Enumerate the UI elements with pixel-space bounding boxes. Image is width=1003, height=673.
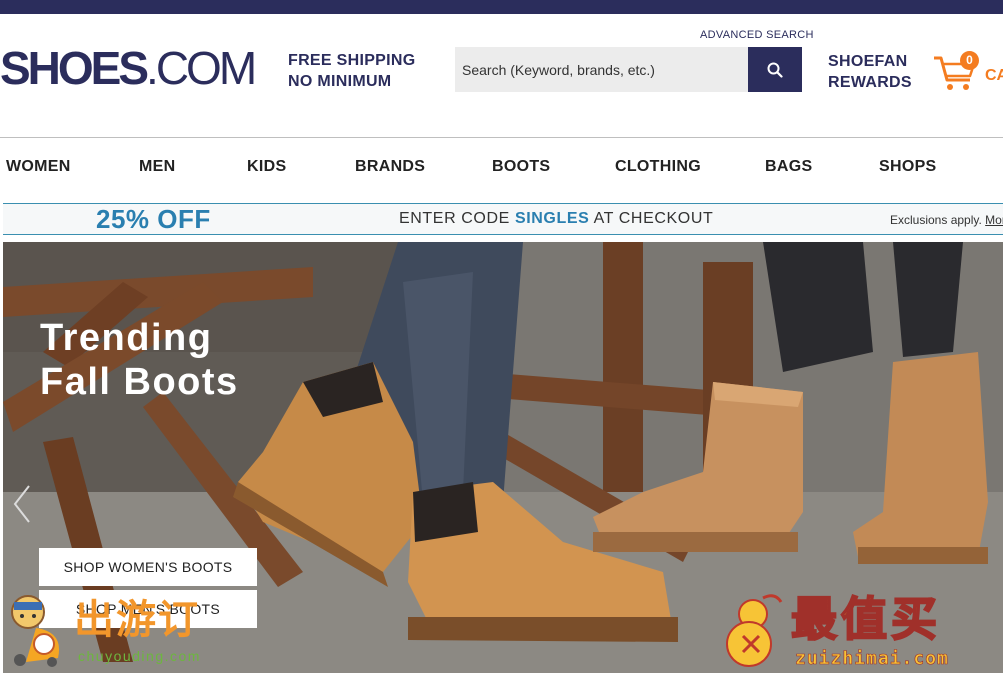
cart-button[interactable]: 0 CA bbox=[932, 50, 1003, 94]
promo-discount: 25% OFF bbox=[96, 204, 211, 234]
cart-count-badge: 0 bbox=[960, 51, 979, 70]
logo-thin: .COM bbox=[146, 42, 257, 94]
promo-code-text: ENTER CODE SINGLES AT CHECKOUT bbox=[399, 204, 713, 234]
rewards-line1: SHOEFAN bbox=[828, 53, 908, 70]
promo-more-link[interactable]: Mor bbox=[985, 213, 1003, 227]
promo-code: SINGLES bbox=[514, 210, 590, 227]
nav-item-boots[interactable]: BOOTS bbox=[492, 158, 550, 176]
cart-label: CA bbox=[985, 67, 1003, 84]
top-bar bbox=[0, 0, 1003, 14]
nav-item-clothing[interactable]: CLOTHING bbox=[615, 158, 701, 176]
promo-code-suffix: AT CHECKOUT bbox=[593, 210, 714, 227]
hero-title: Trending Fall Boots bbox=[40, 316, 239, 404]
promo-exclusions: Exclusions apply. Mor bbox=[890, 204, 1003, 236]
shop-womens-boots-button[interactable]: SHOP WOMEN'S BOOTS bbox=[39, 548, 257, 586]
main-nav: WOMEN MEN KIDS BRANDS BOOTS CLOTHING BAG… bbox=[0, 158, 1003, 182]
search-input[interactable] bbox=[455, 47, 742, 92]
nav-item-kids[interactable]: KIDS bbox=[247, 158, 286, 176]
promo-exclusions-text: Exclusions apply. bbox=[890, 213, 982, 227]
logo-bold: SHOES bbox=[0, 42, 149, 94]
nav-item-men[interactable]: MEN bbox=[139, 158, 175, 176]
search-icon bbox=[767, 62, 783, 78]
watermark-left-cn: 出游订 bbox=[74, 597, 200, 643]
advanced-search-link[interactable]: ADVANCED SEARCH bbox=[700, 29, 814, 41]
search-box bbox=[455, 47, 748, 92]
mascot-icon bbox=[11, 595, 60, 667]
nav-item-women[interactable]: WOMEN bbox=[6, 158, 71, 176]
gourd-mascot-icon bbox=[726, 594, 783, 667]
watermark-right-cn: 最值买 bbox=[790, 591, 941, 647]
free-shipping-banner[interactable]: FREE SHIPPING NO MINIMUM bbox=[288, 50, 415, 92]
header-divider bbox=[0, 137, 1003, 138]
watermark-chuyouding: 出游订 chuyouding.com bbox=[6, 592, 236, 668]
free-shipping-line1: FREE SHIPPING bbox=[288, 52, 416, 69]
rewards-line2: REWARDS bbox=[828, 74, 912, 91]
search-button[interactable] bbox=[748, 47, 802, 92]
free-shipping-line2: NO MINIMUM bbox=[288, 73, 392, 90]
watermark-left-en: chuyouding.com bbox=[78, 648, 201, 664]
nav-item-bags[interactable]: BAGS bbox=[765, 158, 812, 176]
nav-item-brands[interactable]: BRANDS bbox=[355, 158, 425, 176]
hero-title-line1: Trending bbox=[40, 317, 213, 359]
site-logo[interactable]: SHOES.COM bbox=[0, 42, 257, 94]
watermark-zuizhimai: 最值买 zuizhimai.com bbox=[715, 591, 1003, 670]
nav-item-shops[interactable]: SHOPS bbox=[879, 158, 937, 176]
shoefan-rewards-link[interactable]: SHOEFAN REWARDS bbox=[828, 51, 912, 93]
promo-code-prefix: ENTER CODE bbox=[399, 210, 510, 227]
promo-banner[interactable]: 25% OFF ENTER CODE SINGLES AT CHECKOUT E… bbox=[3, 203, 1003, 235]
watermark-right-en: zuizhimai.com bbox=[795, 648, 949, 670]
hero-title-line2: Fall Boots bbox=[40, 361, 239, 403]
chevron-left-icon[interactable] bbox=[11, 484, 33, 524]
